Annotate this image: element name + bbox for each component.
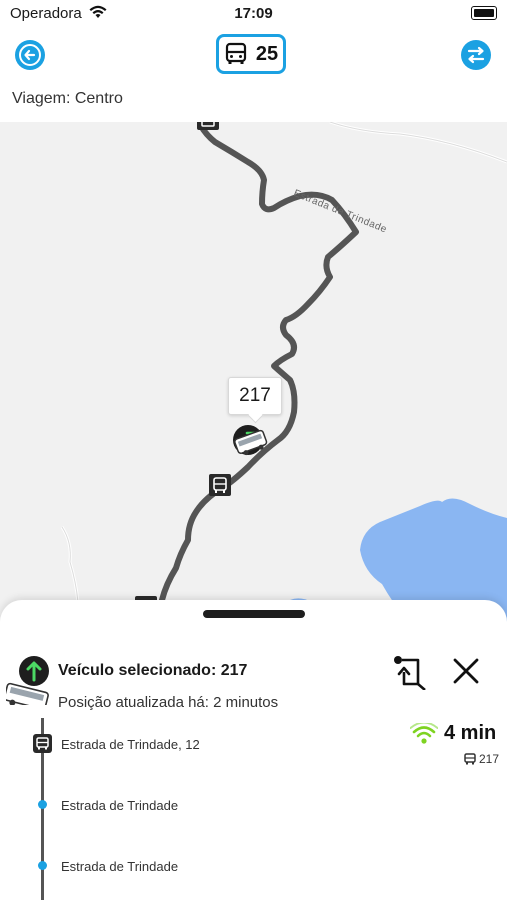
close-icon [453, 658, 479, 684]
sheet-drag-handle[interactable] [203, 610, 305, 618]
small-bus-icon [464, 753, 476, 765]
share-button[interactable] [390, 654, 430, 695]
arrow-left-circle-icon [19, 44, 41, 66]
stop-point-marker [38, 861, 47, 870]
status-bar: Operadora 17:09 [0, 0, 507, 28]
bus-icon [225, 42, 246, 64]
stop-item-name[interactable]: Estrada de Trindade [61, 859, 178, 874]
app-header: 25 Viagem: Centro [0, 28, 507, 122]
route-map[interactable]: Estrada de Trindade 217 [0, 122, 507, 622]
vehicle-callout-number: 217 [239, 385, 271, 406]
map-bus-stop-icon [209, 474, 231, 496]
swap-direction-button[interactable] [461, 40, 491, 70]
share-route-icon [394, 656, 426, 691]
vehicle-details-sheet: Veículo selecionado: 217 Posição atualiz… [0, 600, 507, 900]
eta-vehicle: 217 [464, 752, 499, 766]
route-line [155, 122, 359, 622]
selected-vehicle-title: Veículo selecionado: 217 [58, 662, 248, 679]
stop-point-marker [38, 800, 47, 809]
map-bus-stop-icon [197, 122, 219, 130]
eta-indicator: 4 min [410, 722, 496, 745]
position-updated-text: Posição atualizada há: 2 minutos [58, 694, 279, 711]
stop-item-name[interactable]: Estrada de Trindade [61, 798, 178, 813]
trip-label: Viagem: Centro [12, 90, 123, 107]
eta-time: 4 min [444, 722, 497, 744]
bus-stop-icon [33, 734, 52, 753]
map-canvas [60, 122, 507, 622]
back-button[interactable] [15, 40, 45, 70]
live-signal-icon [410, 722, 438, 744]
swap-arrows-icon [467, 46, 485, 64]
route-selector[interactable]: 25 [216, 34, 286, 74]
stop-item-name[interactable]: Estrada de Trindade, 12 [61, 737, 200, 752]
vehicle-bus-icon [3, 655, 54, 712]
eta-vehicle-number: 217 [479, 752, 500, 766]
close-button[interactable] [452, 657, 480, 690]
battery-icon [471, 6, 497, 20]
vehicle-callout[interactable]: 217 [228, 377, 282, 415]
clock: 17:09 [234, 5, 273, 22]
route-number: 25 [255, 42, 279, 65]
